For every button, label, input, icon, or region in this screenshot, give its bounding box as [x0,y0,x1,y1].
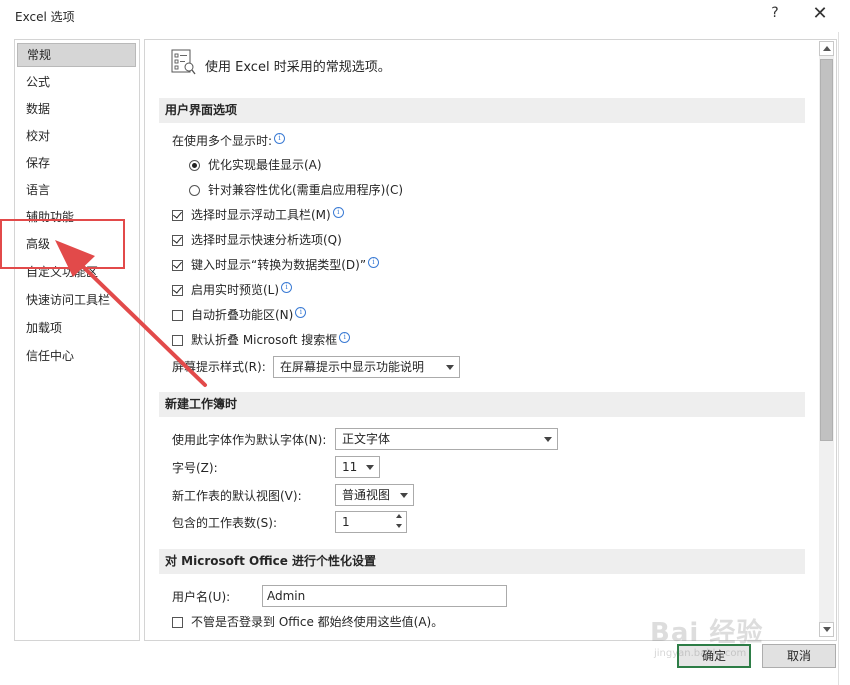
section-personalize: 对 Microsoft Office 进行个性化设置 [159,549,805,574]
default-view-value: 普通视图 [342,488,391,502]
livepreview-checkbox[interactable] [172,285,183,296]
scroll-down-icon[interactable] [819,622,834,637]
cancel-button[interactable]: 取消 [762,644,836,668]
options-content: 使用 Excel 时采用的常规选项。 用户界面选项 在使用多个显示时: i 优化实… [144,39,837,641]
collapse-search-label: 默认折叠 Microsoft 搜索框 [191,333,338,347]
watermark-logo: Bai 经验 [650,618,764,648]
chevron-down-icon [544,437,552,442]
font-label: 使用此字体作为默认字体(N): [172,433,327,447]
radio-compat[interactable] [189,185,200,196]
always-use-label: 不管是否登录到 Office 都始终使用这些值(A)。 [191,615,444,629]
cb-always-row[interactable]: 不管是否登录到 Office 都始终使用这些值(A)。 [172,611,443,633]
content-scrollbar[interactable] [819,41,834,637]
screentip-select[interactable]: 在屏幕提示中显示功能说明 [273,356,460,378]
stepper-up-icon[interactable] [396,514,402,518]
default-view-select[interactable]: 普通视图 [335,484,414,506]
multi-display-label: 在使用多个显示时: [172,134,273,148]
section-ui-options: 用户界面选项 [159,98,805,123]
font-size-value: 11 [342,460,358,474]
quickanalysis-checkbox[interactable] [172,235,183,246]
radio-compat-label: 针对兼容性优化(需重启应用程序)(C) [208,183,404,197]
stepper-down-icon[interactable] [396,524,402,528]
nav-item-addins[interactable]: 加载项 [17,316,136,340]
livepreview-label: 启用实时预览(L) [191,283,280,297]
cb-quickanalysis-row[interactable]: 选择时显示快速分析选项(Q) [172,229,342,251]
chevron-down-icon [446,365,454,370]
username-input[interactable]: Admin [262,585,507,607]
title-bar: Excel 选项 ? ✕ [0,0,850,32]
category-nav: 常规 公式 数据 校对 保存 语言 辅助功能 高级 自定义功能区 快速访问工具栏… [14,39,140,641]
nav-item-proofing[interactable]: 校对 [17,124,136,148]
size-label: 字号(Z): [172,461,218,475]
excel-options-dialog: Excel 选项 ? ✕ 常规 公式 数据 校对 保存 语言 辅助功能 高级 自… [0,0,850,685]
convert-checkbox[interactable] [172,260,183,271]
nav-item-save[interactable]: 保存 [17,151,136,175]
annotation-highlight-box [0,219,125,269]
info-icon: i [281,282,293,293]
convert-label: 键入时显示“转换为数据类型(D)” [191,258,367,272]
watermark-url: jingyan.baidu.com [654,648,747,659]
chevron-down-icon [366,465,374,470]
nav-item-data[interactable]: 数据 [17,97,136,121]
collapse-search-checkbox[interactable] [172,335,183,346]
collapse-ribbon-label: 自动折叠功能区(N) [191,308,294,322]
general-options-icon [171,49,196,75]
username-label: 用户名(U): [172,590,231,604]
cb-convert-row[interactable]: 键入时显示“转换为数据类型(D)” i [172,254,380,276]
radio-optimize[interactable] [189,160,200,171]
multi-display-row: 在使用多个显示时: i [172,130,286,152]
info-icon: i [339,332,351,343]
scroll-thumb[interactable] [820,59,833,441]
info-icon: i [332,207,344,218]
screentip-label: 屏幕提示样式(R): [172,360,266,374]
cb-collapse-row[interactable]: 自动折叠功能区(N) i [172,304,307,326]
default-font-value: 正文字体 [342,432,391,446]
help-button[interactable]: ? [765,5,785,27]
quickanalysis-label: 选择时显示快速分析选项(Q) [191,233,342,247]
radio-optimize-row[interactable]: 优化实现最佳显示(A) [189,154,322,176]
info-icon: i [274,133,286,144]
sheets-label: 包含的工作表数(S): [172,516,278,530]
collapse-ribbon-checkbox[interactable] [172,310,183,321]
sheet-count-stepper[interactable]: 1 [335,511,407,533]
minitoolbar-checkbox[interactable] [172,210,183,221]
window-title: Excel 选项 [15,10,75,24]
cb-livepreview-row[interactable]: 启用实时预览(L) i [172,279,293,301]
radio-compat-row[interactable]: 针对兼容性优化(需重启应用程序)(C) [189,179,403,201]
view-label: 新工作表的默认视图(V): [172,489,302,503]
chevron-down-icon [400,493,408,498]
cb-search-row[interactable]: 默认折叠 Microsoft 搜索框 i [172,329,351,351]
nav-item-quick-access-toolbar[interactable]: 快速访问工具栏 [17,288,136,312]
screentip-value: 在屏幕提示中显示功能说明 [280,360,425,374]
background-sheet-strip [838,32,850,685]
scroll-up-icon[interactable] [819,41,834,56]
page-title: 使用 Excel 时采用的常规选项。 [205,60,391,75]
sheet-count-value: 1 [342,515,350,529]
minitoolbar-label: 选择时显示浮动工具栏(M) [191,208,331,222]
default-font-select[interactable]: 正文字体 [335,428,558,450]
nav-item-language[interactable]: 语言 [17,178,136,202]
always-use-checkbox[interactable] [172,617,183,628]
section-new-workbook: 新建工作簿时 [159,392,805,417]
info-icon: i [295,307,307,318]
font-size-select[interactable]: 11 [335,456,380,478]
nav-item-formulas[interactable]: 公式 [17,70,136,94]
nav-item-trust-center[interactable]: 信任中心 [17,344,136,368]
nav-item-general[interactable]: 常规 [17,43,136,67]
cb-minitoolbar-row[interactable]: 选择时显示浮动工具栏(M) i [172,204,344,226]
close-icon[interactable]: ✕ [808,3,832,27]
radio-optimize-label: 优化实现最佳显示(A) [208,158,322,172]
info-icon: i [368,257,380,268]
